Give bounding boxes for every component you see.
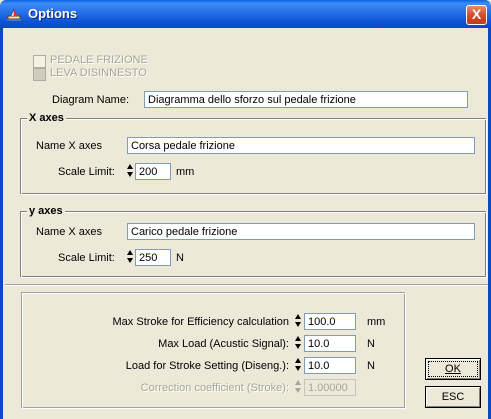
load-stroke-setting-label: Load for Stroke Setting (Diseng.):: [125, 360, 289, 372]
load-stroke-setting-spinner[interactable]: [294, 357, 302, 372]
y-scale-limit-field[interactable]: 250: [135, 249, 171, 266]
max-load-label: Max Load (Acustic Signal):: [158, 338, 289, 350]
ok-button-label: OK: [445, 363, 461, 375]
x-axes-group: [21, 119, 487, 195]
ok-button[interactable]: OK: [425, 358, 481, 380]
x-axes-legend: X axes: [27, 112, 66, 124]
max-load-spinner[interactable]: [294, 335, 302, 350]
esc-button[interactable]: ESC: [425, 386, 481, 408]
correction-coefficient-spinner: [294, 379, 302, 394]
title-bar[interactable]: Options X: [0, 0, 491, 28]
x-scale-unit: mm: [176, 166, 195, 178]
ship-icon: [7, 8, 21, 21]
diagram-name-field[interactable]: Diagramma dello sforzo sul pedale frizio…: [144, 91, 468, 108]
x-axes-name-label: Name X axes: [36, 140, 103, 152]
y-scale-spinner[interactable]: [126, 249, 134, 264]
max-stroke-unit: mm: [367, 316, 386, 328]
load-stroke-setting-field[interactable]: 10.0: [304, 357, 356, 374]
pedale-frizione-checkbox[interactable]: [33, 55, 46, 68]
x-scale-limit-field[interactable]: 200: [135, 163, 171, 180]
y-axes-group: [21, 212, 487, 278]
diagram-name-label: Diagram Name:: [52, 94, 130, 106]
max-stroke-label: Max Stroke for Efficiency calculation: [112, 316, 289, 328]
x-scale-spinner[interactable]: [126, 163, 134, 178]
close-button[interactable]: X: [466, 5, 487, 25]
window-title: Options: [28, 6, 78, 21]
pedale-frizione-label: PEDALE FRIZIONE: [50, 54, 148, 66]
load-stroke-setting-unit: N: [367, 360, 375, 372]
esc-button-label: ESC: [441, 391, 465, 403]
x-scale-limit-label: Scale Limit:: [58, 166, 115, 178]
y-scale-unit: N: [176, 252, 184, 264]
x-axes-name-field[interactable]: Corsa pedale frizione: [127, 137, 475, 154]
y-axes-name-field[interactable]: Carico pedale frizione: [127, 223, 475, 240]
leva-disinnesto-checkbox[interactable]: [33, 68, 46, 81]
correction-coefficient-label: Correction coefficient (Stroke):: [140, 382, 289, 394]
max-load-field[interactable]: 10.0: [304, 335, 356, 352]
correction-coefficient-field: 1.00000: [304, 379, 356, 396]
max-stroke-field[interactable]: 100.0: [304, 313, 356, 330]
options-dialog: Options X PEDALE FRIZIONE LEVA DISINNEST…: [0, 0, 491, 419]
y-scale-limit-label: Scale Limit:: [58, 252, 115, 264]
y-axes-legend: y axes: [27, 205, 65, 217]
max-stroke-spinner[interactable]: [294, 313, 302, 328]
section-separator: [5, 284, 488, 286]
leva-disinnesto-label: LEVA DISINNESTO: [50, 67, 147, 79]
y-axes-name-label: Name X axes: [36, 226, 103, 238]
max-load-unit: N: [367, 338, 375, 350]
window-frame-left: [0, 28, 3, 419]
